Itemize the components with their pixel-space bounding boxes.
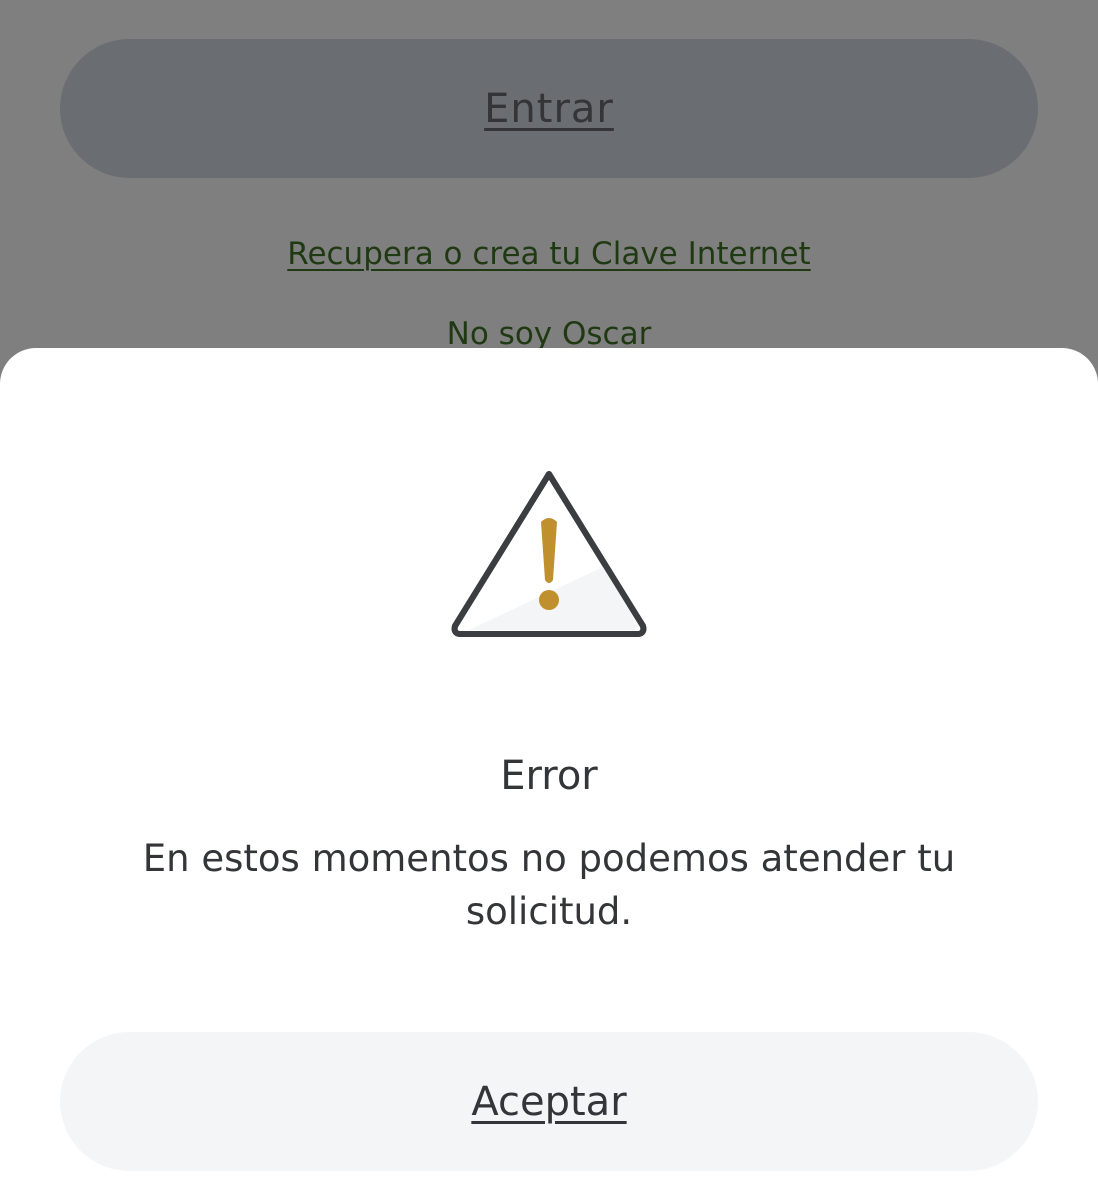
recover-create-key-link[interactable]: Recupera o crea tu Clave Internet — [0, 236, 1098, 272]
enter-button[interactable]: Entrar — [60, 39, 1038, 178]
warning-triangle-icon — [451, 471, 647, 637]
error-bottom-sheet: Error En estos momentos no podemos atend… — [0, 348, 1098, 1200]
accept-button-label: Aceptar — [471, 1078, 627, 1125]
not-this-user-link[interactable]: No soy Oscar — [0, 316, 1098, 352]
accept-button[interactable]: Aceptar — [60, 1032, 1038, 1171]
enter-button-label: Entrar — [484, 85, 614, 132]
error-title: Error — [500, 753, 598, 799]
error-message: En estos momentos no podemos atender tu … — [142, 837, 956, 933]
